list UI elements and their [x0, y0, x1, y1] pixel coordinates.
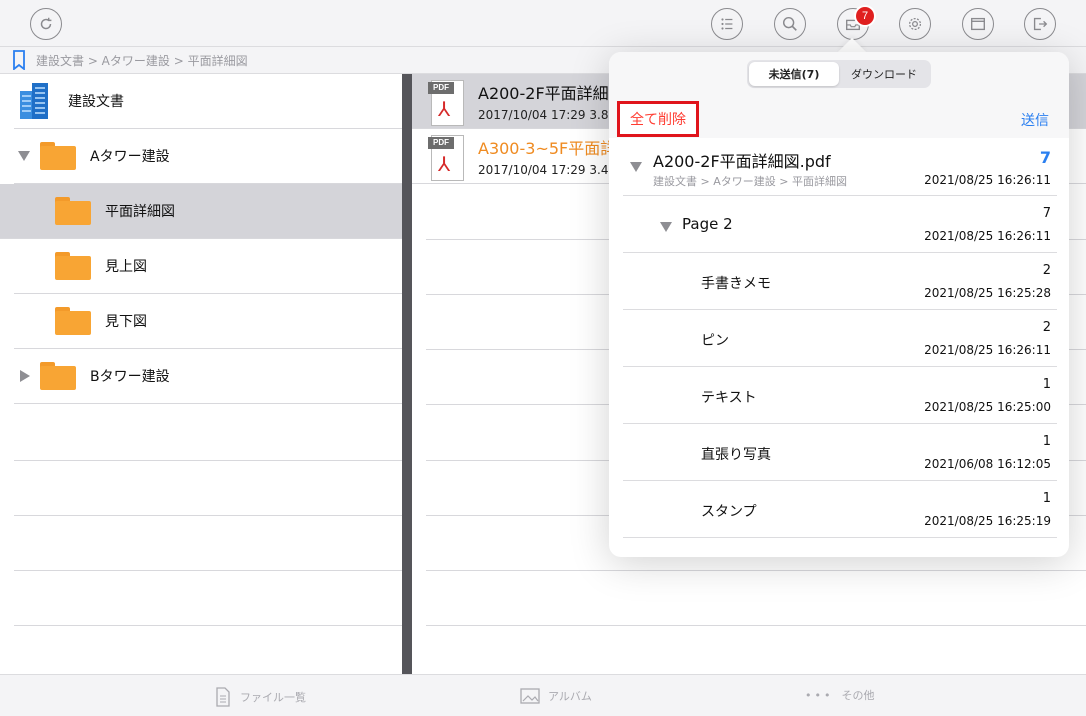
list-icon	[721, 18, 733, 30]
refresh-button[interactable]	[30, 8, 62, 40]
divider	[14, 570, 402, 571]
divider	[14, 625, 402, 626]
annotation-date: 2021/06/08 16:12:05	[924, 457, 1051, 471]
annotation-date: 2021/08/25 16:25:00	[924, 400, 1051, 414]
gear-icon	[908, 17, 922, 31]
folder-icon	[40, 362, 76, 390]
tree-item-label: 見上図	[105, 259, 147, 275]
tree-item-a-tower[interactable]: Aタワー建設	[14, 129, 402, 184]
folder-tree: 建設文書 Aタワー建設 平面詳細図 見上図 見下図 Bタワー建設	[0, 74, 402, 674]
annotation-date: 2021/08/25 16:25:19	[924, 514, 1051, 528]
document-name: A200-2F平面詳細図.pdf	[653, 152, 831, 171]
folder-icon	[55, 307, 91, 335]
divider	[426, 625, 1086, 626]
tree-item-label: 建設文書	[68, 94, 124, 110]
tree-item-plan-detail[interactable]: 平面詳細図	[0, 184, 402, 239]
page-label: Page 2	[682, 215, 733, 233]
annotation-count: 1	[1042, 491, 1051, 506]
tree-item-root[interactable]: 建設文書	[14, 74, 402, 129]
tree-item-label: 平面詳細図	[105, 204, 175, 220]
exit-icon	[1033, 17, 1048, 31]
page-count: 7	[1042, 206, 1051, 221]
page-date: 2021/08/25 16:26:11	[924, 229, 1051, 243]
tree-item-b-tower[interactable]: Bタワー建設	[14, 349, 402, 404]
tab-label: その他	[841, 689, 875, 702]
folder-icon	[55, 252, 91, 280]
unsent-count-badge: 7	[854, 5, 876, 27]
annotation-label: スタンプ	[701, 504, 757, 520]
unsent-document-row[interactable]: A200-2F平面詳細図.pdf 建設文書 > Aタワー建設 > 平面詳細図 7…	[623, 138, 1057, 196]
document-path: 建設文書 > Aタワー建設 > 平面詳細図	[653, 175, 847, 188]
logout-button[interactable]	[1024, 8, 1056, 40]
annotation-count: 1	[1042, 434, 1051, 449]
bookmark-icon[interactable]	[12, 50, 26, 70]
annotation-row[interactable]: 手書きメモ 2 2021/08/25 16:25:28	[623, 253, 1057, 310]
annotation-count: 1	[1042, 377, 1051, 392]
list-button[interactable]	[711, 8, 743, 40]
tab-label: ファイル一覧	[240, 691, 306, 704]
annotation-count: 2	[1042, 263, 1051, 278]
building-icon	[20, 83, 48, 119]
annotation-row[interactable]: テキスト 1 2021/08/25 16:25:00	[623, 367, 1057, 424]
pdf-file-icon: PDF ⅄	[428, 135, 464, 181]
tab-label: アルバム	[548, 690, 592, 703]
photo-icon	[520, 688, 540, 704]
send-button[interactable]: 送信	[1021, 110, 1049, 130]
document-icon	[216, 687, 230, 707]
divider	[14, 460, 402, 461]
expanded-icon[interactable]	[660, 222, 672, 232]
segmented-control: 未送信(7) ダウンロード	[747, 60, 931, 88]
document-count: 7	[1039, 148, 1051, 167]
tab-album[interactable]: アルバム	[520, 687, 592, 705]
split-divider[interactable]	[402, 74, 412, 674]
top-toolbar: 7	[0, 0, 1086, 46]
tree-item-label: Aタワー建設	[90, 149, 170, 165]
annotation-row[interactable]: 直張り写真 1 2021/06/08 16:12:05	[623, 424, 1057, 481]
segment-unsent[interactable]: 未送信(7)	[749, 62, 839, 86]
search-icon	[782, 16, 797, 31]
tree-item-label: Bタワー建設	[90, 369, 170, 385]
divider	[426, 570, 1086, 571]
annotation-label: ピン	[701, 333, 729, 349]
annotation-date: 2021/08/25 16:25:28	[924, 286, 1051, 300]
document-date: 2021/08/25 16:26:11	[924, 173, 1051, 187]
annotation-label: テキスト	[701, 390, 757, 406]
delete-all-button[interactable]: 全て削除	[617, 101, 699, 137]
more-icon: •••	[805, 688, 834, 702]
annotation-row[interactable]: ピン 2 2021/08/25 16:26:11	[623, 310, 1057, 367]
popover-header: 未送信(7) ダウンロード 全て削除 送信	[609, 52, 1069, 138]
collapsed-icon[interactable]	[20, 370, 30, 382]
tab-file-list[interactable]: ファイル一覧	[214, 687, 306, 707]
bottom-tab-bar: ファイル一覧 アルバム ••• その他	[0, 674, 1086, 716]
search-button[interactable]	[774, 8, 806, 40]
tree-item-label: 見下図	[105, 314, 147, 330]
folder-icon	[40, 142, 76, 170]
refresh-icon	[40, 17, 52, 30]
tab-other[interactable]: ••• その他	[805, 687, 874, 703]
unsent-popover: 未送信(7) ダウンロード 全て削除 送信 A200-2F平面詳細図.pdf 建…	[609, 52, 1069, 557]
window-button[interactable]	[962, 8, 994, 40]
folder-icon	[55, 197, 91, 225]
annotation-row[interactable]: スタンプ 1 2021/08/25 16:25:19	[623, 481, 1057, 538]
annotation-label: 直張り写真	[701, 447, 771, 463]
outbox-button[interactable]: 7	[837, 5, 876, 40]
annotation-count: 2	[1042, 320, 1051, 335]
expanded-icon[interactable]	[18, 151, 30, 161]
annotation-date: 2021/08/25 16:26:11	[924, 343, 1051, 357]
segment-download[interactable]: ダウンロード	[839, 62, 929, 86]
annotation-label: 手書きメモ	[701, 276, 771, 292]
tree-item-floor-plan-down[interactable]: 見下図	[14, 294, 402, 349]
settings-button[interactable]	[899, 8, 931, 40]
unsent-page-row[interactable]: Page 2 7 2021/08/25 16:26:11	[623, 196, 1057, 253]
pdf-file-icon: PDF ⅄	[428, 80, 464, 126]
expanded-icon[interactable]	[630, 162, 642, 172]
divider	[14, 515, 402, 516]
breadcrumb-text[interactable]: 建設文書 > Aタワー建設 > 平面詳細図	[36, 52, 248, 69]
tree-item-ceiling-plan[interactable]: 見上図	[14, 239, 402, 294]
window-icon	[971, 17, 985, 31]
